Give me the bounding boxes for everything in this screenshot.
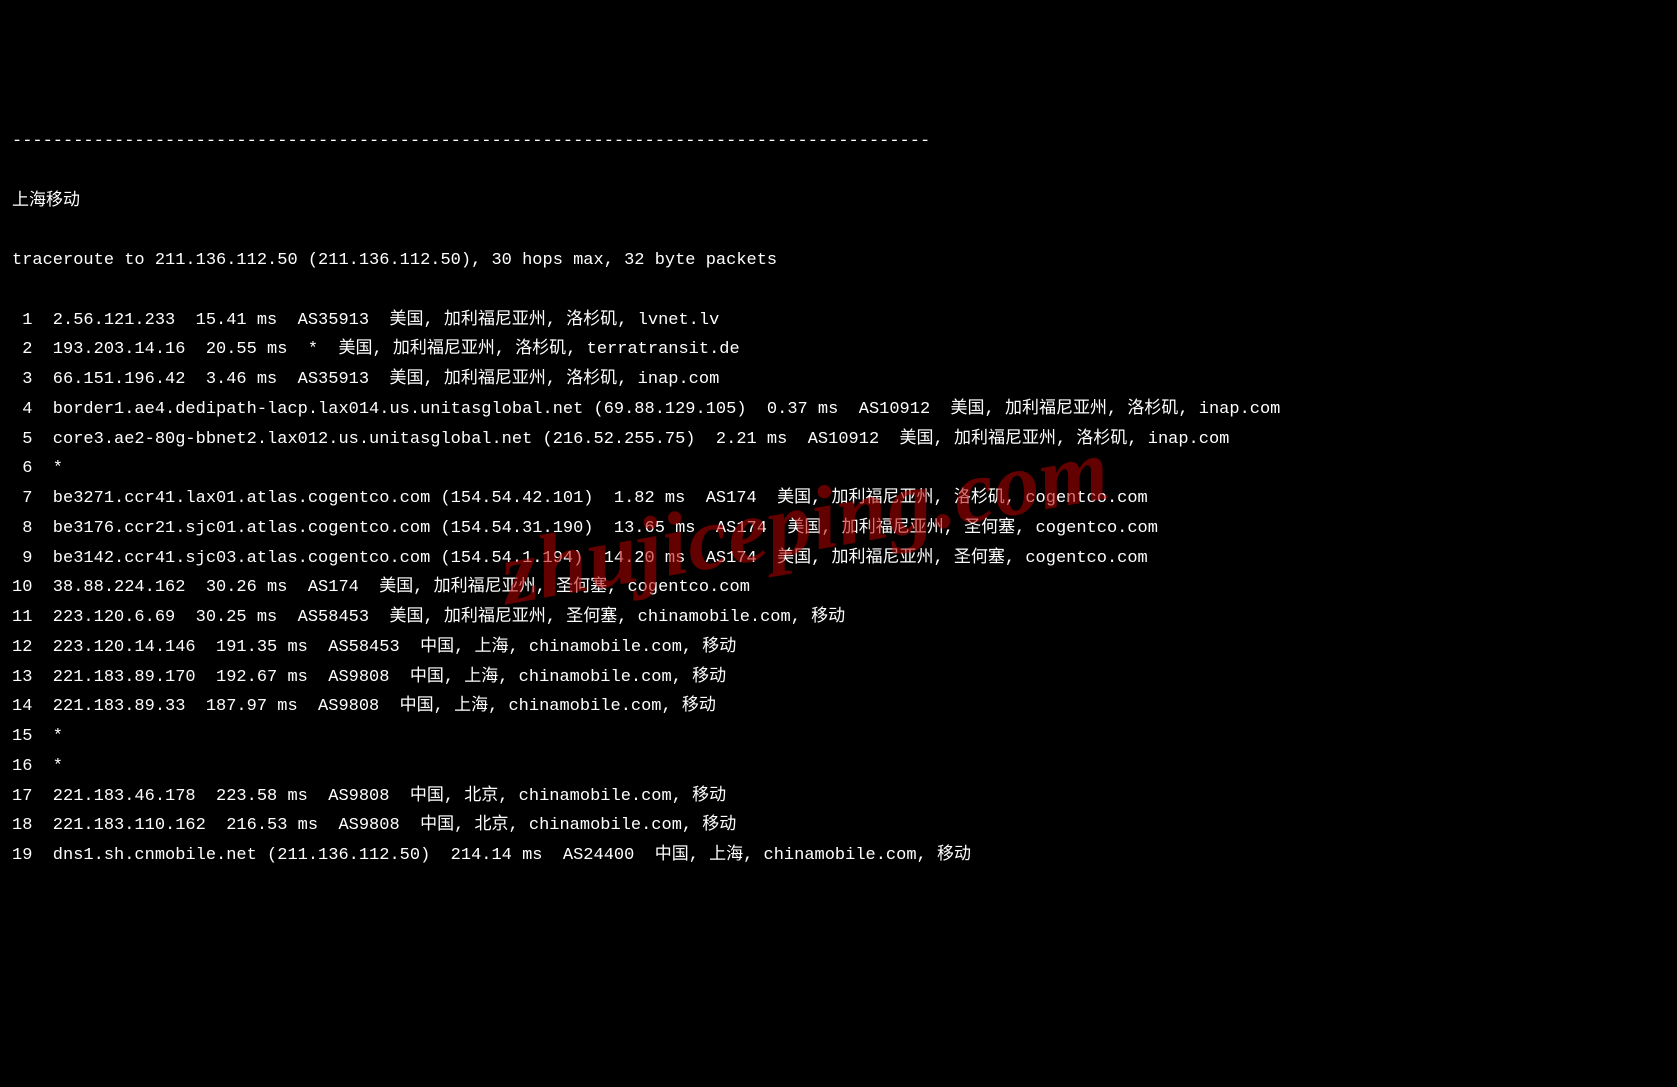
hop-row: 8 be3176.ccr21.sjc01.atlas.cogentco.com … — [12, 514, 1665, 544]
hop-row: 16 * — [12, 752, 1665, 782]
traceroute-header: traceroute to 211.136.112.50 (211.136.11… — [12, 246, 1665, 276]
hop-row: 1 2.56.121.233 15.41 ms AS35913 美国, 加利福尼… — [12, 306, 1665, 336]
hop-row: 17 221.183.46.178 223.58 ms AS9808 中国, 北… — [12, 782, 1665, 812]
hop-row: 18 221.183.110.162 216.53 ms AS9808 中国, … — [12, 811, 1665, 841]
hop-row: 2 193.203.14.16 20.55 ms * 美国, 加利福尼亚州, 洛… — [12, 335, 1665, 365]
hop-row: 12 223.120.14.146 191.35 ms AS58453 中国, … — [12, 633, 1665, 663]
hop-row: 7 be3271.ccr41.lax01.atlas.cogentco.com … — [12, 484, 1665, 514]
hop-row: 5 core3.ae2-80g-bbnet2.lax012.us.unitasg… — [12, 425, 1665, 455]
traceroute-title: 上海移动 — [12, 187, 1665, 217]
divider-line: ----------------------------------------… — [12, 127, 1665, 157]
hop-row: 9 be3142.ccr41.sjc03.atlas.cogentco.com … — [12, 544, 1665, 574]
hop-row: 11 223.120.6.69 30.25 ms AS58453 美国, 加利福… — [12, 603, 1665, 633]
hop-row: 10 38.88.224.162 30.26 ms AS174 美国, 加利福尼… — [12, 573, 1665, 603]
hop-row: 4 border1.ae4.dedipath-lacp.lax014.us.un… — [12, 395, 1665, 425]
hops-list: 1 2.56.121.233 15.41 ms AS35913 美国, 加利福尼… — [12, 306, 1665, 871]
hop-row: 3 66.151.196.42 3.46 ms AS35913 美国, 加利福尼… — [12, 365, 1665, 395]
hop-row: 19 dns1.sh.cnmobile.net (211.136.112.50)… — [12, 841, 1665, 871]
hop-row: 6 * — [12, 454, 1665, 484]
hop-row: 13 221.183.89.170 192.67 ms AS9808 中国, 上… — [12, 663, 1665, 693]
hop-row: 15 * — [12, 722, 1665, 752]
hop-row: 14 221.183.89.33 187.97 ms AS9808 中国, 上海… — [12, 692, 1665, 722]
